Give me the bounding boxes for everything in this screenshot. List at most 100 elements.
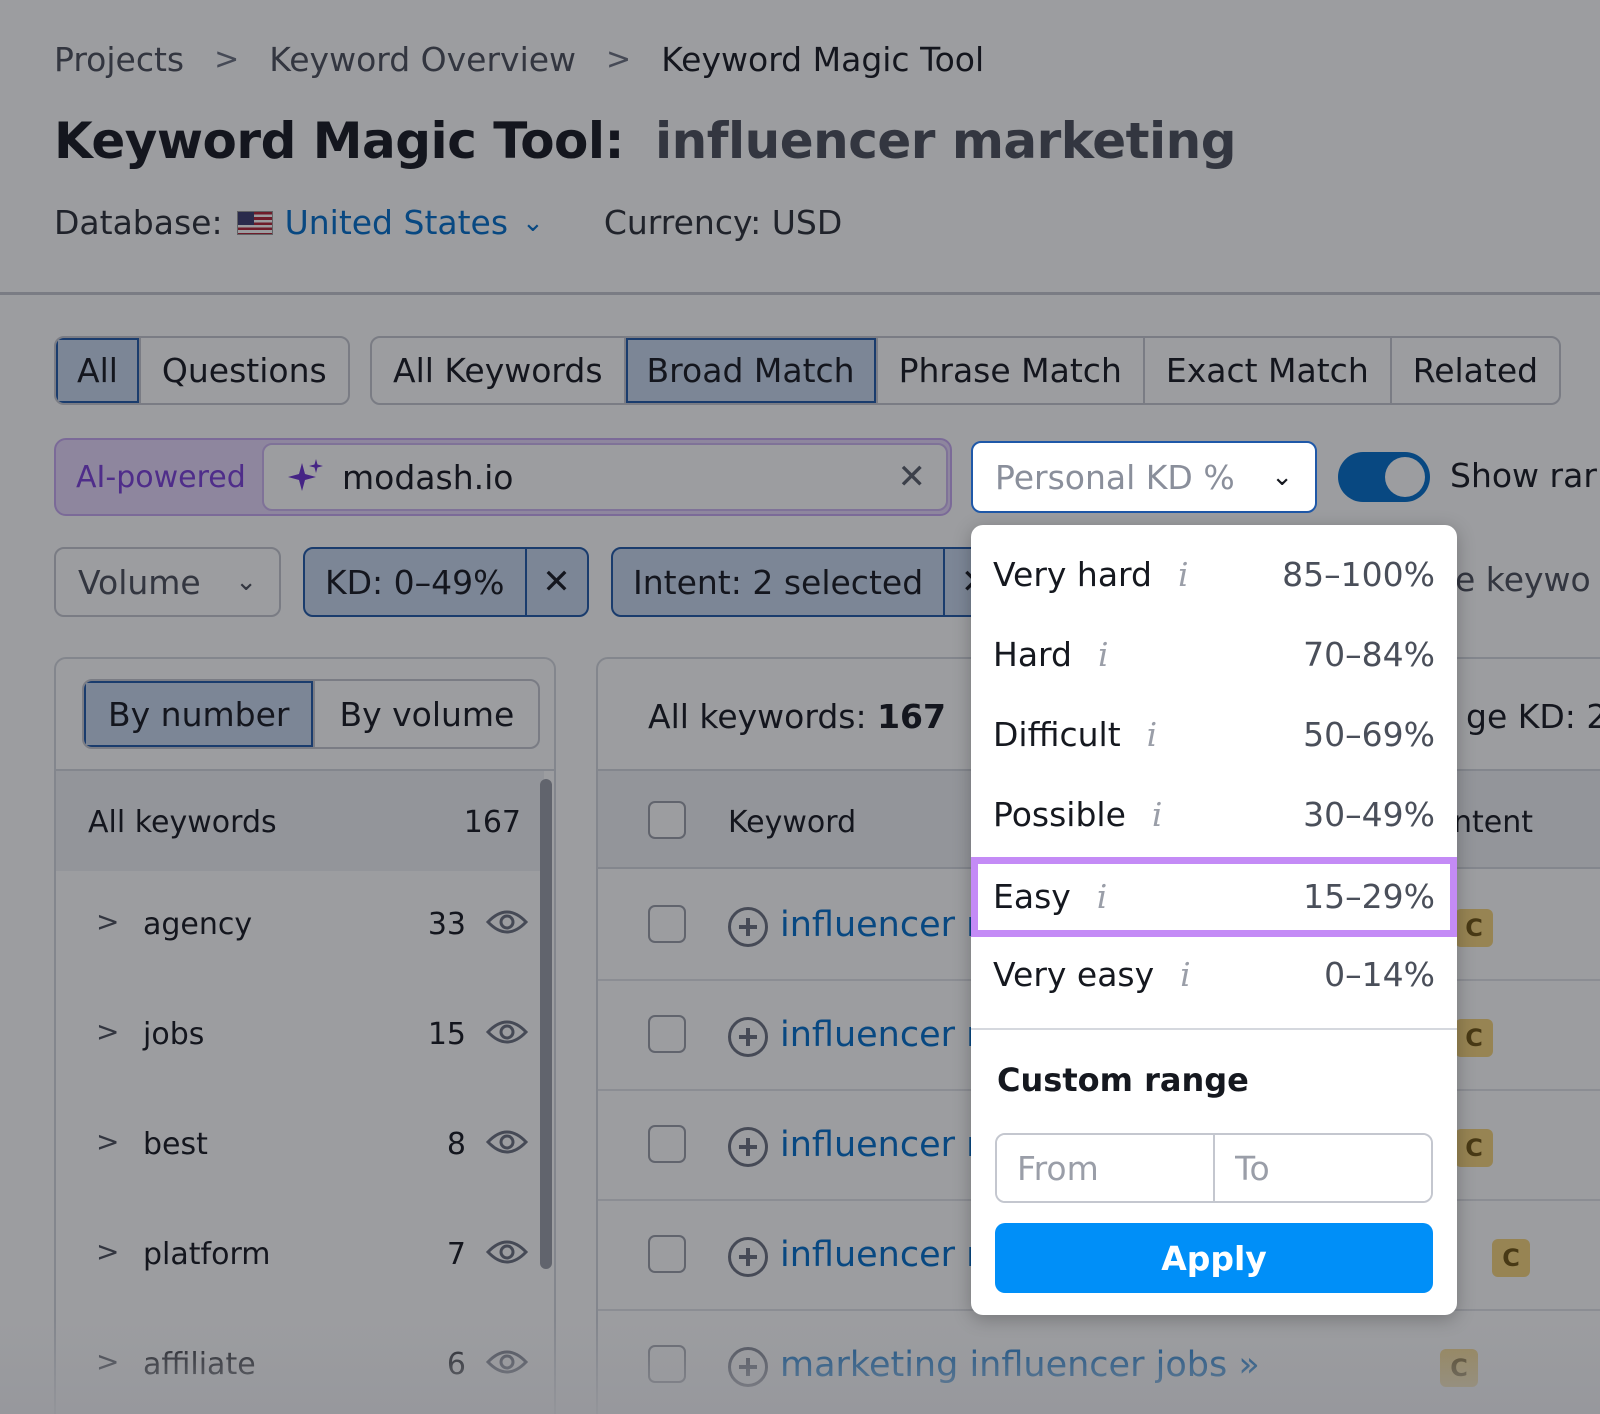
- database-row: Database: United States ⌄ Currency: USD: [54, 203, 842, 242]
- custom-range-title: Custom range: [997, 1061, 1249, 1099]
- group-row[interactable]: > affiliate 6: [56, 1311, 544, 1414]
- add-plus-icon[interactable]: [728, 1237, 768, 1277]
- intent-filter-label[interactable]: Intent: 2 selected: [613, 549, 943, 615]
- kd-option-very-easy[interactable]: Very easy i 0–14%: [971, 935, 1457, 1015]
- personal-kd-select[interactable]: Personal KD % ⌄: [971, 441, 1317, 513]
- tab-all[interactable]: All: [56, 338, 141, 403]
- kd-option-easy[interactable]: Easy i 15–29%: [971, 857, 1457, 937]
- info-icon[interactable]: i: [1178, 555, 1189, 594]
- tab-exact-match[interactable]: Exact Match: [1145, 338, 1392, 403]
- intent-badge: C: [1455, 909, 1493, 947]
- intent-badge: C: [1455, 1019, 1493, 1057]
- kd-option-difficult[interactable]: Difficult i 50–69%: [971, 695, 1457, 775]
- info-icon[interactable]: i: [1180, 955, 1191, 994]
- add-plus-icon[interactable]: [728, 1127, 768, 1167]
- chevron-right-icon[interactable]: >: [96, 1125, 119, 1158]
- page-title-prefix: Keyword Magic Tool:: [54, 112, 625, 170]
- breadcrumb-keyword-overview[interactable]: Keyword Overview: [269, 40, 576, 79]
- add-plus-icon[interactable]: [728, 1347, 768, 1387]
- group-count: 7: [446, 1237, 466, 1272]
- kd-option-possible[interactable]: Possible i 30–49%: [971, 775, 1457, 855]
- kd-option-label: Very easy: [993, 955, 1155, 994]
- group-row[interactable]: > jobs 15: [56, 981, 544, 1091]
- eye-icon[interactable]: [486, 1017, 528, 1047]
- volume-filter-button[interactable]: Volume ⌄: [54, 547, 281, 617]
- close-icon[interactable]: ✕: [524, 549, 587, 615]
- apply-button[interactable]: Apply: [995, 1223, 1433, 1293]
- keyword-link[interactable]: influencer m: [780, 1125, 1000, 1165]
- chevron-right-icon[interactable]: >: [96, 1235, 119, 1268]
- row-checkbox[interactable]: [648, 1125, 686, 1163]
- chevron-right-icon[interactable]: >: [96, 1345, 119, 1378]
- currency-label: Currency: USD: [603, 203, 843, 242]
- add-plus-icon[interactable]: [728, 1017, 768, 1057]
- add-plus-icon[interactable]: [728, 907, 768, 947]
- range-from-input[interactable]: [997, 1135, 1213, 1201]
- breadcrumb-projects[interactable]: Projects: [54, 40, 184, 79]
- keyword-link[interactable]: influencer m: [780, 1015, 1000, 1055]
- exclude-keywords-field[interactable]: e keywo: [1455, 560, 1600, 599]
- dropdown-divider: [971, 1028, 1457, 1030]
- info-icon[interactable]: i: [1097, 877, 1108, 916]
- column-keyword[interactable]: Keyword: [728, 805, 856, 840]
- kd-option-very-hard[interactable]: Very hard i 85–100%: [971, 535, 1457, 615]
- group-name: All keywords: [88, 805, 277, 840]
- database-label: Database:: [54, 203, 223, 242]
- group-row[interactable]: > agency 33: [56, 871, 544, 981]
- close-icon[interactable]: ✕: [898, 457, 927, 497]
- kd-dropdown-menu: Very hard i 85–100% Hard i 70–84% Difficul…: [971, 525, 1457, 1315]
- chevron-right-icon[interactable]: >: [96, 905, 119, 938]
- group-row[interactable]: > platform 7: [56, 1201, 544, 1311]
- chevron-right-icon[interactable]: >: [96, 1015, 119, 1048]
- column-intent[interactable]: ntent: [1453, 805, 1533, 840]
- tab-related[interactable]: Related: [1392, 338, 1559, 403]
- intent-badge: C: [1492, 1239, 1530, 1277]
- group-all-keywords[interactable]: All keywords 167: [56, 771, 544, 871]
- sort-by-number[interactable]: By number: [84, 681, 316, 747]
- ai-search-value[interactable]: modash.io: [342, 458, 898, 497]
- row-checkbox[interactable]: [648, 1345, 686, 1383]
- eye-icon[interactable]: [486, 1347, 528, 1377]
- info-icon[interactable]: i: [1147, 715, 1158, 754]
- kd-option-label: Very hard: [993, 555, 1152, 594]
- keyword-link[interactable]: influencer m: [780, 905, 1000, 945]
- us-flag-icon: [236, 210, 273, 235]
- personal-kd-placeholder: Personal KD %: [995, 457, 1235, 497]
- intent-filter-chip[interactable]: Intent: 2 selected ✕: [611, 547, 1008, 617]
- kd-filter-label[interactable]: KD: 0–49%: [305, 549, 525, 615]
- kd-option-hard[interactable]: Hard i 70–84%: [971, 615, 1457, 695]
- ai-search-box: AI-powered modash.io ✕: [54, 438, 952, 516]
- keyword-link[interactable]: marketing influencer jobs »: [780, 1345, 1260, 1385]
- group-count: 167: [463, 805, 521, 840]
- kd-filter-chip[interactable]: KD: 0–49% ✕: [303, 547, 589, 617]
- group-row[interactable]: > best 8: [56, 1091, 544, 1201]
- row-checkbox[interactable]: [648, 905, 686, 943]
- show-rank-toggle[interactable]: [1338, 452, 1430, 502]
- chevron-right-icon: >: [214, 42, 240, 77]
- eye-icon[interactable]: [486, 1237, 528, 1267]
- chevron-down-icon[interactable]: ⌄: [522, 208, 544, 238]
- row-checkbox[interactable]: [648, 1015, 686, 1053]
- info-icon[interactable]: i: [1152, 795, 1163, 834]
- row-checkbox[interactable]: [648, 1235, 686, 1273]
- kd-option-range: 15–29%: [1303, 877, 1435, 916]
- eye-icon[interactable]: [486, 907, 528, 937]
- info-icon[interactable]: i: [1098, 635, 1109, 674]
- groups-scrollbar[interactable]: [540, 779, 552, 1269]
- average-kd-summary: ge KD: 24: [1466, 697, 1600, 736]
- tab-broad-match[interactable]: Broad Match: [625, 338, 878, 403]
- select-all-checkbox[interactable]: [648, 801, 686, 839]
- database-country-select[interactable]: United States: [285, 203, 508, 242]
- tab-all-keywords[interactable]: All Keywords: [372, 338, 626, 403]
- breadcrumb: Projects > Keyword Overview > Keyword Ma…: [54, 40, 984, 79]
- keyword-magic-tool-page: Projects > Keyword Overview > Keyword Ma…: [0, 0, 1600, 1414]
- kd-option-label: Hard: [993, 635, 1072, 674]
- ai-search-input[interactable]: modash.io ✕: [262, 443, 948, 511]
- group-name: affiliate: [143, 1347, 256, 1382]
- range-to-input[interactable]: [1215, 1135, 1431, 1201]
- tab-phrase-match[interactable]: Phrase Match: [878, 338, 1145, 403]
- tab-questions[interactable]: Questions: [141, 338, 348, 403]
- sort-by-volume[interactable]: By volume: [315, 681, 538, 747]
- eye-icon[interactable]: [486, 1127, 528, 1157]
- keyword-link[interactable]: influencer m: [780, 1235, 1000, 1275]
